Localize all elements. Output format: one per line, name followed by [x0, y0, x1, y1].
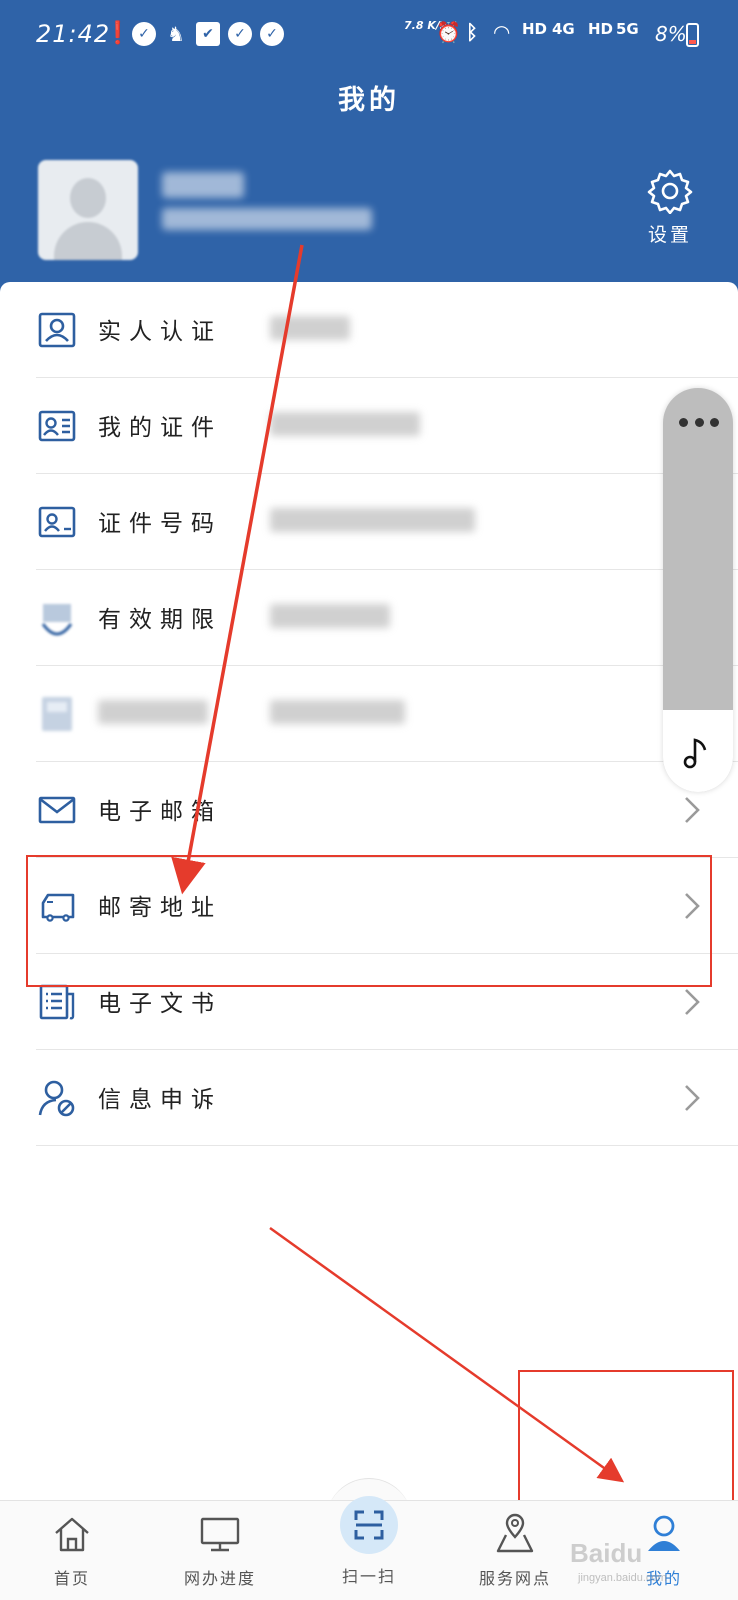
- menu-item-label-redacted: [98, 700, 208, 724]
- more-dots-icon[interactable]: [679, 418, 719, 428]
- sim1-label: 4G: [552, 20, 575, 38]
- menu-item-real-person-auth[interactable]: 实人认证: [0, 282, 738, 378]
- chevron-right-icon: [685, 989, 700, 1015]
- menu-item-value-redacted: [270, 508, 475, 532]
- sim1-hd-label: HD: [588, 20, 614, 38]
- map-pin-icon: [496, 1513, 534, 1553]
- menu-item-label: 证件号码: [98, 511, 222, 537]
- profile-subtitle-redacted: [162, 208, 372, 230]
- document-icon: [39, 984, 75, 1020]
- page-title: 我的: [338, 85, 400, 116]
- gear-icon: [647, 169, 693, 214]
- alarm-icon: ⏰: [436, 20, 461, 44]
- menu-item-my-id[interactable]: 我的证件: [0, 378, 738, 474]
- nav-home[interactable]: 首页: [12, 1513, 132, 1589]
- menu-item-label: 实人认证: [98, 319, 222, 345]
- validity-icon: [41, 604, 73, 636]
- settings-button[interactable]: 设置: [642, 168, 698, 247]
- menu-item-label: 有效期限: [98, 607, 222, 633]
- scan-button[interactable]: [340, 1496, 398, 1554]
- blurred-icon: [42, 697, 72, 731]
- chevron-right-icon: [685, 1085, 700, 1111]
- id-number-icon: [38, 506, 76, 538]
- nav-service-points[interactable]: 服务网点: [455, 1513, 575, 1589]
- notification-app-icon: ✓: [132, 22, 156, 46]
- menu-item-value-redacted: [270, 412, 420, 436]
- wifi-icon: ◠: [494, 20, 510, 44]
- user-block-icon: [38, 1080, 75, 1117]
- menu-item-value-redacted: [270, 700, 405, 724]
- notification-app-icon-2: ✓: [228, 22, 252, 46]
- sim2-label: 5G: [616, 20, 639, 38]
- profile-section[interactable]: [0, 150, 738, 280]
- monitor-icon: [200, 1517, 240, 1552]
- nav-label: 首页: [53, 1569, 90, 1588]
- menu-item-id-number[interactable]: 证件号码: [0, 474, 738, 570]
- music-note-icon[interactable]: [681, 734, 713, 770]
- menu-item-label: 电子文书: [98, 991, 222, 1017]
- floating-music-widget[interactable]: [663, 388, 733, 792]
- user-icon: [648, 1515, 680, 1551]
- nav-scan-label-wrap[interactable]: 扫一扫: [309, 1563, 429, 1587]
- watermark-url: jingyan.baidu.com: [578, 1572, 667, 1584]
- profile-name-redacted: [162, 172, 244, 198]
- status-bar: 21:42 ❗ ✓ ♞ ✔ ✓ ✓ 7.8 K/s ⏰ ᛒ ◠ HD 4G HD…: [0, 0, 738, 70]
- nav-progress[interactable]: 网办进度: [160, 1513, 280, 1589]
- annotation-highlight-box: [26, 855, 712, 987]
- notification-check-icon: ✔: [196, 22, 220, 46]
- chevron-right-icon: [685, 797, 700, 823]
- menu-item-validity[interactable]: 有效期限: [0, 570, 738, 666]
- battery-icon: [686, 23, 699, 47]
- menu-item-value-redacted: [270, 316, 350, 340]
- scan-icon: [354, 1510, 384, 1540]
- menu-item-redacted[interactable]: [0, 666, 738, 762]
- notification-swan-icon: ♞: [167, 22, 185, 46]
- menu-item-value-redacted: [270, 604, 390, 628]
- bluetooth-icon: ᛒ: [466, 20, 478, 44]
- menu-item-label: 信息申诉: [98, 1087, 222, 1113]
- settings-label: 设置: [647, 224, 692, 246]
- nav-label: 服务网点: [478, 1569, 551, 1588]
- menu-item-info-appeal[interactable]: 信息申诉: [0, 1050, 738, 1146]
- id-person-icon: [38, 312, 76, 348]
- notification-alert-icon: ❗: [104, 21, 132, 46]
- nav-label: 网办进度: [183, 1569, 256, 1588]
- avatar[interactable]: [38, 160, 138, 260]
- home-icon: [55, 1517, 89, 1552]
- notification-app-icon-3: ✓: [260, 22, 284, 46]
- header: 21:42 ❗ ✓ ♞ ✔ ✓ ✓ 7.8 K/s ⏰ ᛒ ◠ HD 4G HD…: [0, 0, 738, 300]
- nav-label: 扫一扫: [341, 1567, 396, 1586]
- id-card-icon: [38, 410, 76, 442]
- menu-item-email[interactable]: 电子邮箱: [0, 762, 738, 858]
- wifi-hd-label: HD: [522, 20, 548, 38]
- menu-item-label: 我的证件: [98, 415, 222, 441]
- status-time: 21:42: [36, 20, 111, 48]
- battery-percent: 8%: [655, 22, 687, 46]
- mail-icon: [38, 796, 76, 824]
- watermark-logo: Baidu: [570, 1538, 643, 1568]
- menu-item-label: 电子邮箱: [98, 799, 222, 825]
